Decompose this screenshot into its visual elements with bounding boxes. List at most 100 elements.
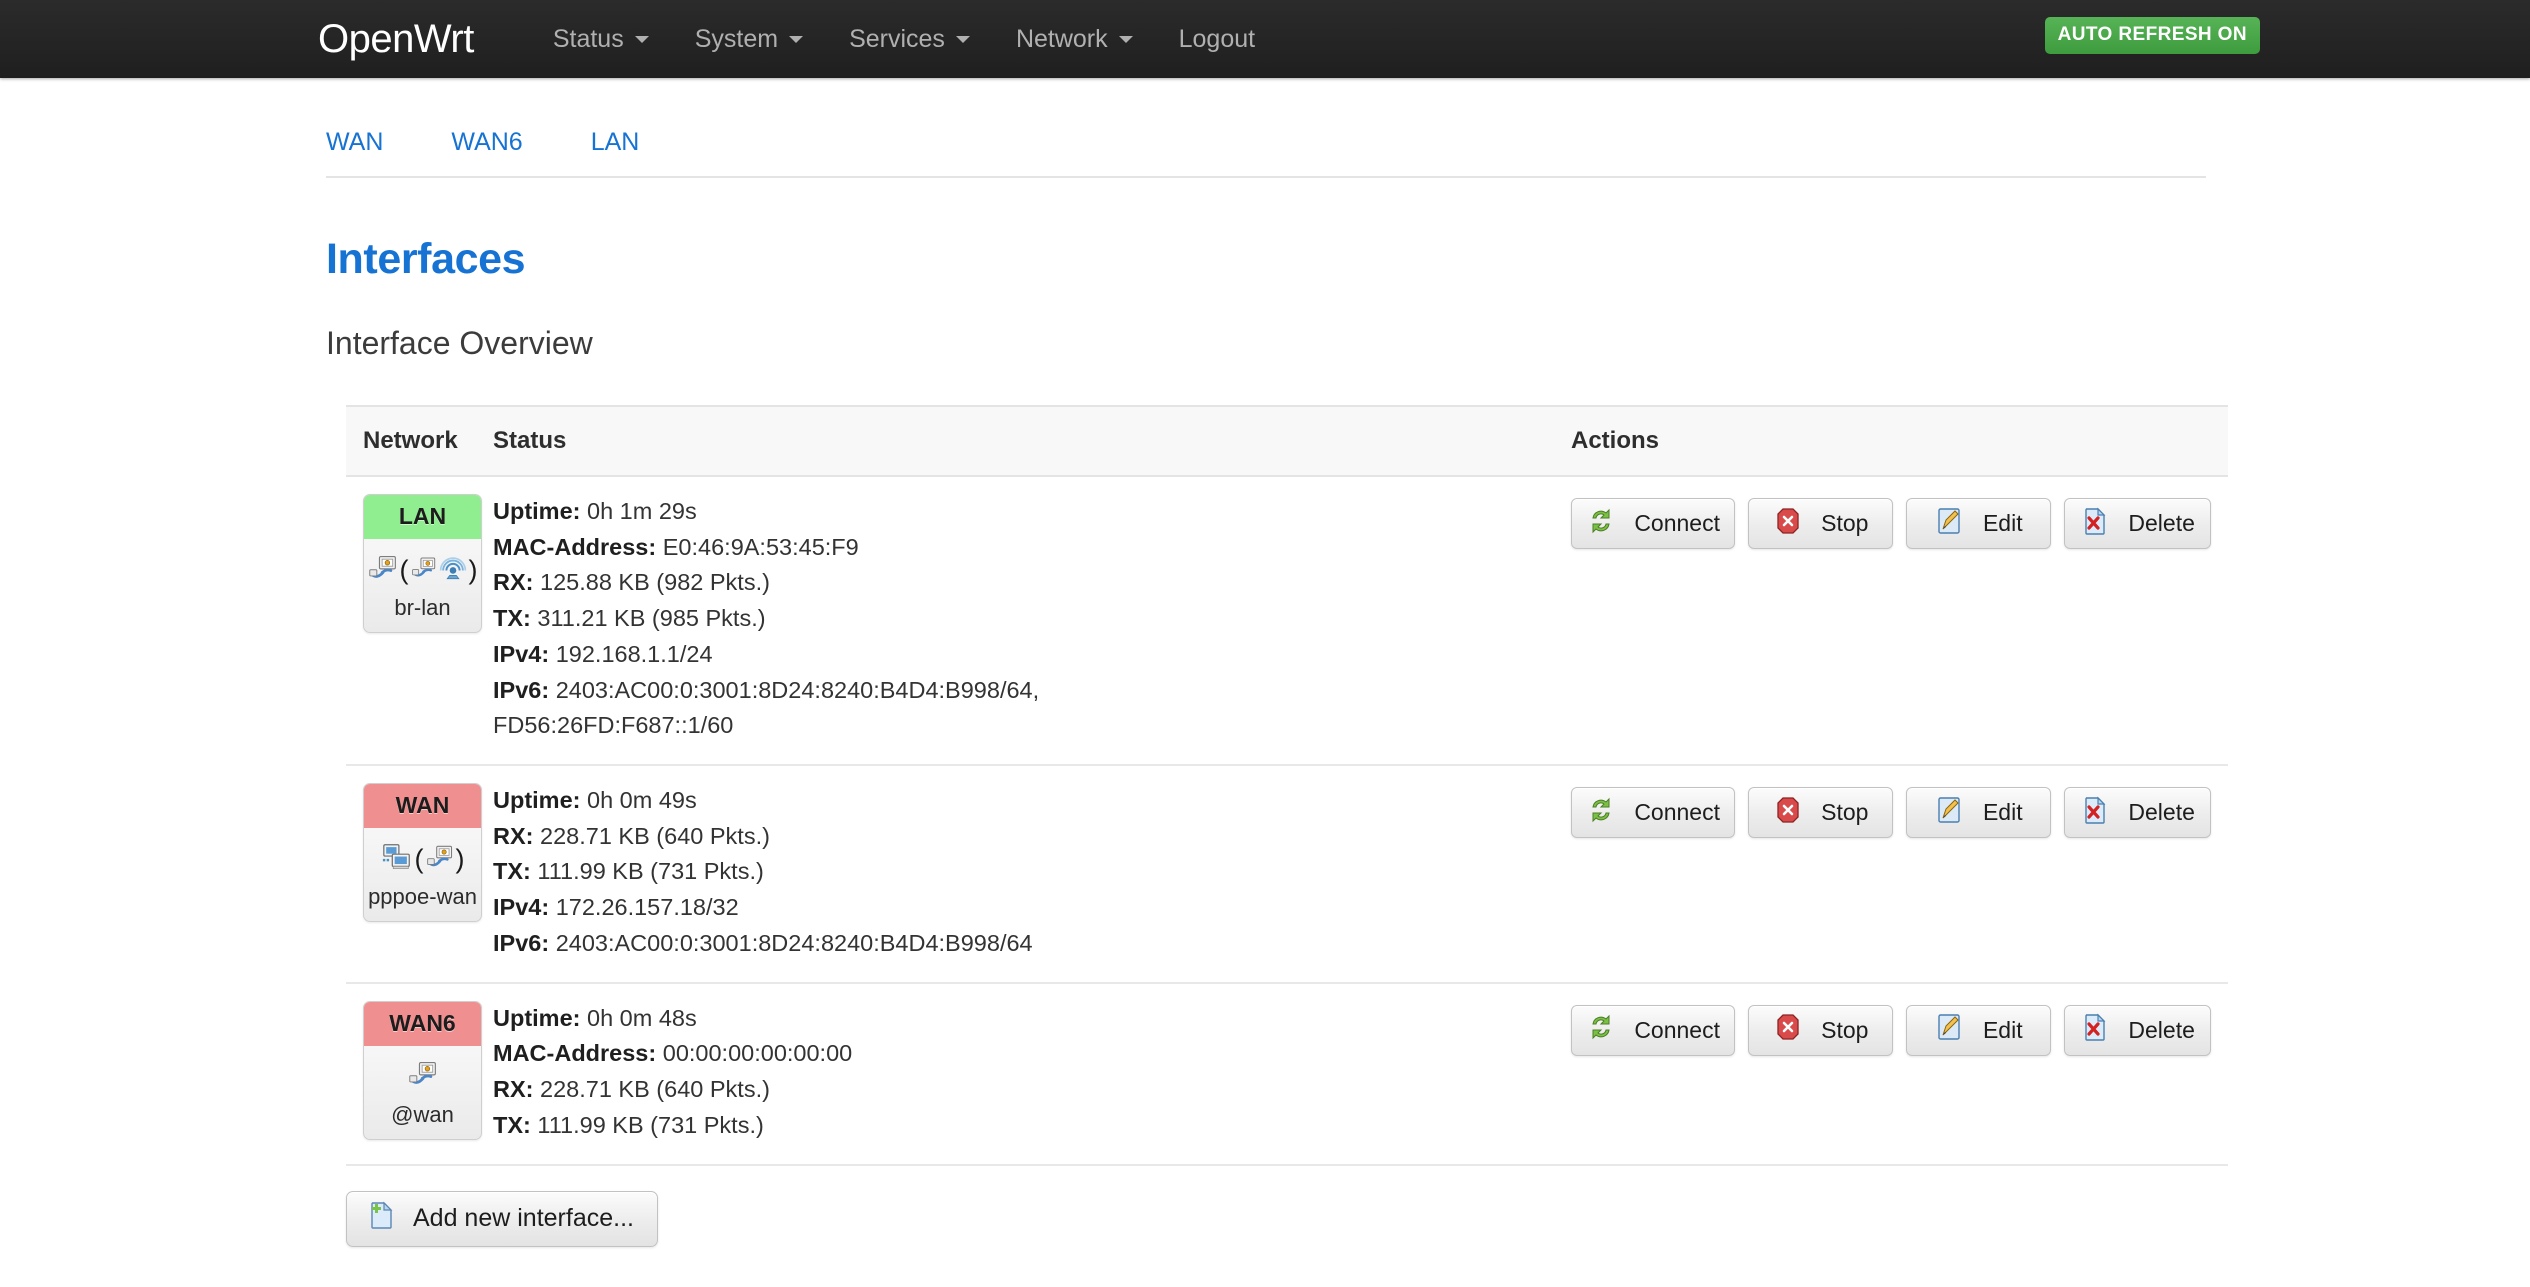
status-label: Uptime: [493,787,581,814]
tab-wan6[interactable]: WAN6 [451,128,522,157]
interface-name-label: WAN6 [364,1001,481,1046]
auto-refresh-badge[interactable]: AUTO REFRESH ON [2044,17,2260,54]
page-title: Interfaces [326,235,526,283]
connect-icon [1586,506,1616,542]
interface-name-label: LAN [364,495,481,539]
status-value: 228.71 KB (640 Pkts.) [540,1076,770,1103]
section-title: Interface Overview [326,325,593,361]
ethernet-icon [408,1059,438,1094]
stop-button-label: Stop [1821,510,1869,536]
interface-badge-wan[interactable]: WAN ( ) pppoe-wan [363,783,482,923]
status-value: 0h 0m 48s [587,1004,697,1031]
ethernet-icon [368,553,398,588]
delete-button[interactable]: Delete [2064,498,2211,549]
status-value: 2403:AC00:0:3001:8D24:8240:B4D4:B998/64, [555,676,1040,703]
chevron-down-icon [789,35,804,43]
connect-button-label: Connect [1634,1016,1720,1043]
interface-name-label: WAN [364,784,481,829]
status-value: 125.88 KB (982 Pkts.) [540,569,770,596]
interface-badge-body: ( ) br-lan [364,539,481,632]
edit-button[interactable]: Edit [1906,498,2052,549]
connect-button[interactable]: Connect [1571,787,1736,839]
connect-button[interactable]: Connect [1571,498,1736,549]
action-button-row: Connect Stop Edit Delete [1571,1004,2211,1056]
stop-button[interactable]: Stop [1748,1004,1894,1056]
actions-cell: Connect Stop Edit Delete [1571,783,2211,962]
delete-button-label: Delete [2128,1016,2195,1043]
status-value: 228.71 KB (640 Pkts.) [540,822,770,849]
delete-icon [2080,1012,2110,1048]
network-cell: WAN6 @wan [363,1000,493,1144]
interface-device-label: pppoe-wan [368,884,477,910]
connect-button[interactable]: Connect [1571,1004,1736,1056]
status-line: MAC-Address: E0:46:9A:53:45:F9 [493,530,1571,566]
interface-device-label: br-lan [394,595,451,620]
openwrt-logo[interactable]: OpenWrt [318,19,474,59]
page-content: WAN WAN6 LAN Interfaces Interface Overview… [0,78,2530,1287]
edit-button[interactable]: Edit [1906,787,2052,839]
nav-item-label: Logout [1178,24,1256,53]
interface-overview-table: Network Status Actions LAN ( ) br-lan Upti… [346,405,2228,1166]
nav-item-status[interactable]: Status [530,24,672,53]
network-cell: WAN ( ) pppoe-wan [363,783,493,962]
paren-close: ) [468,554,478,585]
edit-icon [1935,1012,1965,1048]
stop-icon [1773,1012,1803,1048]
status-line: TX: 111.99 KB (731 Pkts.) [493,854,1571,890]
nav-item-label: Status [552,24,624,53]
delete-button[interactable]: Delete [2064,1004,2211,1056]
status-value: 2403:AC00:0:3001:8D24:8240:B4D4:B998/64 [555,929,1033,956]
tabs-bar: WAN WAN6 LAN [0,78,2530,178]
status-cell: Uptime: 0h 0m 48s MAC-Address: 00:00:00:0… [493,1001,1571,1144]
nav-item-network[interactable]: Network [993,24,1156,53]
paren-open: ( [399,554,409,585]
status-line: RX: 228.71 KB (640 Pkts.) [493,1072,1571,1108]
status-value: 192.168.1.1/24 [555,640,713,667]
edit-button-label: Edit [1982,510,2023,536]
status-label: TX: [493,858,531,885]
add-new-interface-button[interactable]: Add new interface... [346,1190,658,1247]
delete-icon [2080,795,2110,831]
edit-button[interactable]: Edit [1906,1004,2052,1056]
interface-badge-lan[interactable]: LAN ( ) br-lan [363,494,482,633]
nav-item-logout[interactable]: Logout [1156,24,1278,53]
table-body: LAN ( ) br-lan Uptime: 0h 1m 29s MAC-Addres… [346,477,2228,1166]
tab-lan[interactable]: LAN [591,128,640,157]
status-line: IPv4: 192.168.1.1/24 [493,637,1571,673]
delete-button-label: Delete [2128,799,2195,826]
nav-item-label: Network [1015,24,1108,53]
table-row: WAN ( ) pppoe-wan Uptime: 0h 0m 49s RX: 228… [346,766,2228,984]
stop-button[interactable]: Stop [1748,498,1894,549]
ethernet-icon [411,555,437,586]
status-line: TX: 311.21 KB (985 Pkts.) [493,601,1571,637]
paren-open: ( [414,843,424,874]
network-cell: LAN ( ) br-lan [363,494,493,744]
edit-button-label: Edit [1982,1016,2023,1043]
paren-close: ) [455,843,465,874]
status-line: TX: 111.99 KB (731 Pkts.) [493,1108,1571,1144]
delete-button[interactable]: Delete [2064,787,2211,839]
status-label: RX: [493,569,534,596]
connect-icon [1586,795,1616,831]
nav-item-services[interactable]: Services [826,26,993,52]
action-button-row: Connect Stop Edit Delete [1571,787,2211,839]
tab-wan[interactable]: WAN [326,128,383,157]
column-header-network: Network [363,427,458,454]
connect-icon [1586,1012,1616,1048]
stop-button-label: Stop [1821,1016,1869,1043]
status-label: IPv6: [493,929,550,956]
stop-button[interactable]: Stop [1748,787,1894,839]
status-value: 172.26.157.18/32 [555,894,739,921]
interface-device-icons: ( ) [364,838,481,880]
delete-button-label: Delete [2128,510,2195,536]
wifi-icon [439,554,467,587]
table-row: LAN ( ) br-lan Uptime: 0h 1m 29s MAC-Addres… [346,477,2228,767]
interface-badge-wan6[interactable]: WAN6 @wan [363,1000,482,1140]
interface-badge-body: @wan [364,1046,481,1139]
status-label: TX: [493,605,531,632]
status-label: MAC-Address: [493,533,657,560]
status-label: RX: [493,1076,534,1103]
stop-icon [1773,506,1803,542]
network-icon [381,841,413,878]
nav-item-system[interactable]: System [672,26,826,52]
